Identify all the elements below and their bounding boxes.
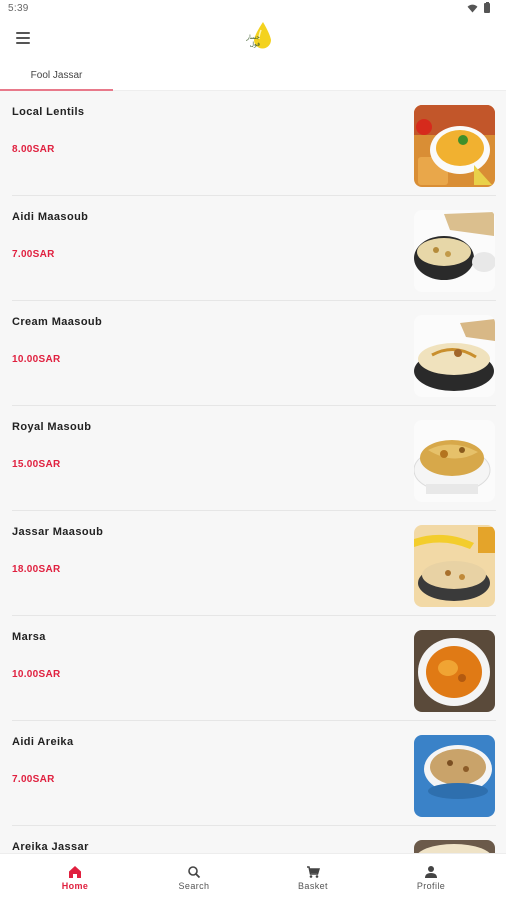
item-name: Areika Jassar [12,841,89,853]
logo-text-line: فول [249,41,260,48]
battery-icon [484,1,490,13]
list-item[interactable]: Areika Jassar [0,826,506,853]
status-icons [467,1,490,13]
nav-basket-label: Basket [298,880,328,891]
item-price: 10.00SAR [12,354,61,365]
item-name: Aidi Areika [12,736,74,748]
item-name: Local Lentils [12,106,85,118]
list-item[interactable]: Aidi Areika 7.00SAR [0,721,506,826]
list-item[interactable]: Royal Masoub 15.00SAR [0,406,506,511]
nav-profile-label: Profile [416,880,446,891]
nav-profile[interactable]: Profile [371,854,491,900]
nav-home-label: Home [61,880,89,891]
item-price: 15.00SAR [12,459,61,470]
app-bar: جسار فول [0,18,506,60]
item-name: Marsa [12,631,46,643]
menu-icon-line [16,32,30,34]
tab-fool-jassar[interactable]: Fool Jassar [0,60,113,91]
list-item[interactable]: Aidi Maasoub 7.00SAR [0,196,506,301]
list-item[interactable]: Cream Maasoub 10.00SAR [0,301,506,406]
item-name: Aidi Maasoub [12,211,89,223]
list-item[interactable]: Marsa 10.00SAR [0,616,506,721]
item-price: 7.00SAR [12,774,55,785]
status-time: 5:39 [8,3,29,14]
menu-button[interactable] [12,27,34,49]
item-name: Cream Maasoub [12,316,103,328]
nav-search[interactable]: Search [134,854,254,900]
item-price: 8.00SAR [12,144,55,155]
app-logo: جسار فول [232,18,278,56]
lentil-soup-image [414,105,495,187]
item-price: 10.00SAR [12,669,61,680]
areika-jassar-image [414,840,495,853]
item-name: Royal Masoub [12,421,92,433]
marsa-image [414,630,495,712]
product-list[interactable]: Local Lentils 8.00SAR Aidi Maasoub 7.00S… [0,91,506,853]
search-icon [188,865,201,878]
aidi-areika-image [414,735,495,817]
cream-maasoub-image [414,315,495,397]
jassar-maasoub-image [414,525,495,607]
nav-search-label: Search [178,880,210,891]
menu-icon-line [16,42,30,44]
item-price: 7.00SAR [12,249,55,260]
logo-text-line: جسار [246,34,260,41]
home-icon [69,865,81,878]
logo-text: جسار فول [236,34,260,48]
item-name: Jassar Maasoub [12,526,104,538]
nav-home[interactable]: Home [15,854,135,900]
wifi-icon [467,4,478,13]
list-item[interactable]: Local Lentils 8.00SAR [0,91,506,196]
maasoub-bowl-image [414,210,495,292]
list-item[interactable]: Jassar Maasoub 18.00SAR [0,511,506,616]
status-bar: 5:39 [0,0,506,18]
person-icon [425,865,437,878]
item-price: 18.00SAR [12,564,61,575]
category-tabs: Fool Jassar [0,60,506,91]
royal-masoub-image [414,420,495,502]
bottom-navigation: Home Search Basket Profile [0,853,506,900]
cart-icon [307,865,320,878]
menu-icon-line [16,37,30,39]
nav-basket[interactable]: Basket [253,854,373,900]
